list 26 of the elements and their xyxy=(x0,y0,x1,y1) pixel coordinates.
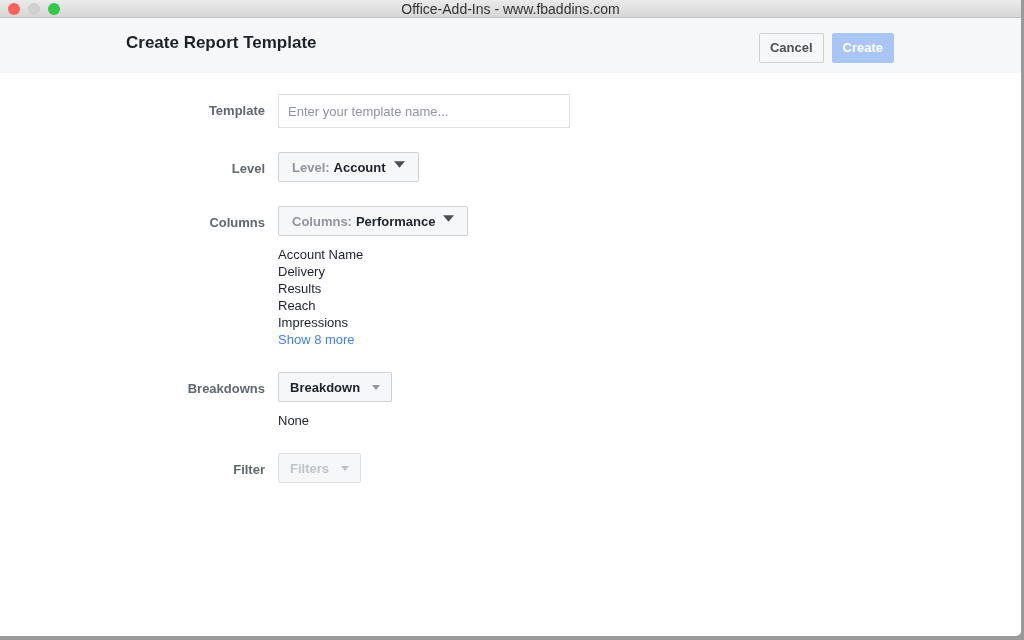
caret-icon xyxy=(372,384,381,390)
field-label: Level xyxy=(230,160,265,176)
field-label: Columns xyxy=(208,214,265,230)
dropdown-button[interactable]: Breakdown xyxy=(278,372,393,402)
minimize-icon[interactable] xyxy=(28,2,40,15)
list-item: None xyxy=(278,412,311,429)
field-label: Template xyxy=(207,102,265,118)
caret-icon xyxy=(393,160,405,168)
dialog-title: Create Report Template xyxy=(126,32,317,53)
field-label: Breakdowns xyxy=(186,380,265,396)
zoom-icon[interactable] xyxy=(48,2,60,15)
dropdown-button[interactable]: Columns: Performance xyxy=(278,206,469,236)
list-item: Results xyxy=(278,280,323,297)
field-label: Filter xyxy=(232,461,265,477)
show-more-link[interactable]: Show 8 more xyxy=(278,331,355,348)
dropdown-button[interactable]: Level: Account xyxy=(278,152,419,182)
window-title: Office-Add-Ins - www.fbaddins.com xyxy=(401,0,620,17)
list-item: Reach xyxy=(278,297,317,314)
list-item: Impressions xyxy=(278,314,350,331)
template-name-field[interactable]: Enter your template name... xyxy=(278,94,570,128)
list-item: Account Name xyxy=(278,246,365,263)
cancel-button[interactable]: Cancel xyxy=(758,32,824,63)
close-icon[interactable] xyxy=(8,2,20,15)
caret-icon xyxy=(341,465,349,471)
caret-icon xyxy=(443,214,455,222)
list-item: Delivery xyxy=(278,263,326,280)
